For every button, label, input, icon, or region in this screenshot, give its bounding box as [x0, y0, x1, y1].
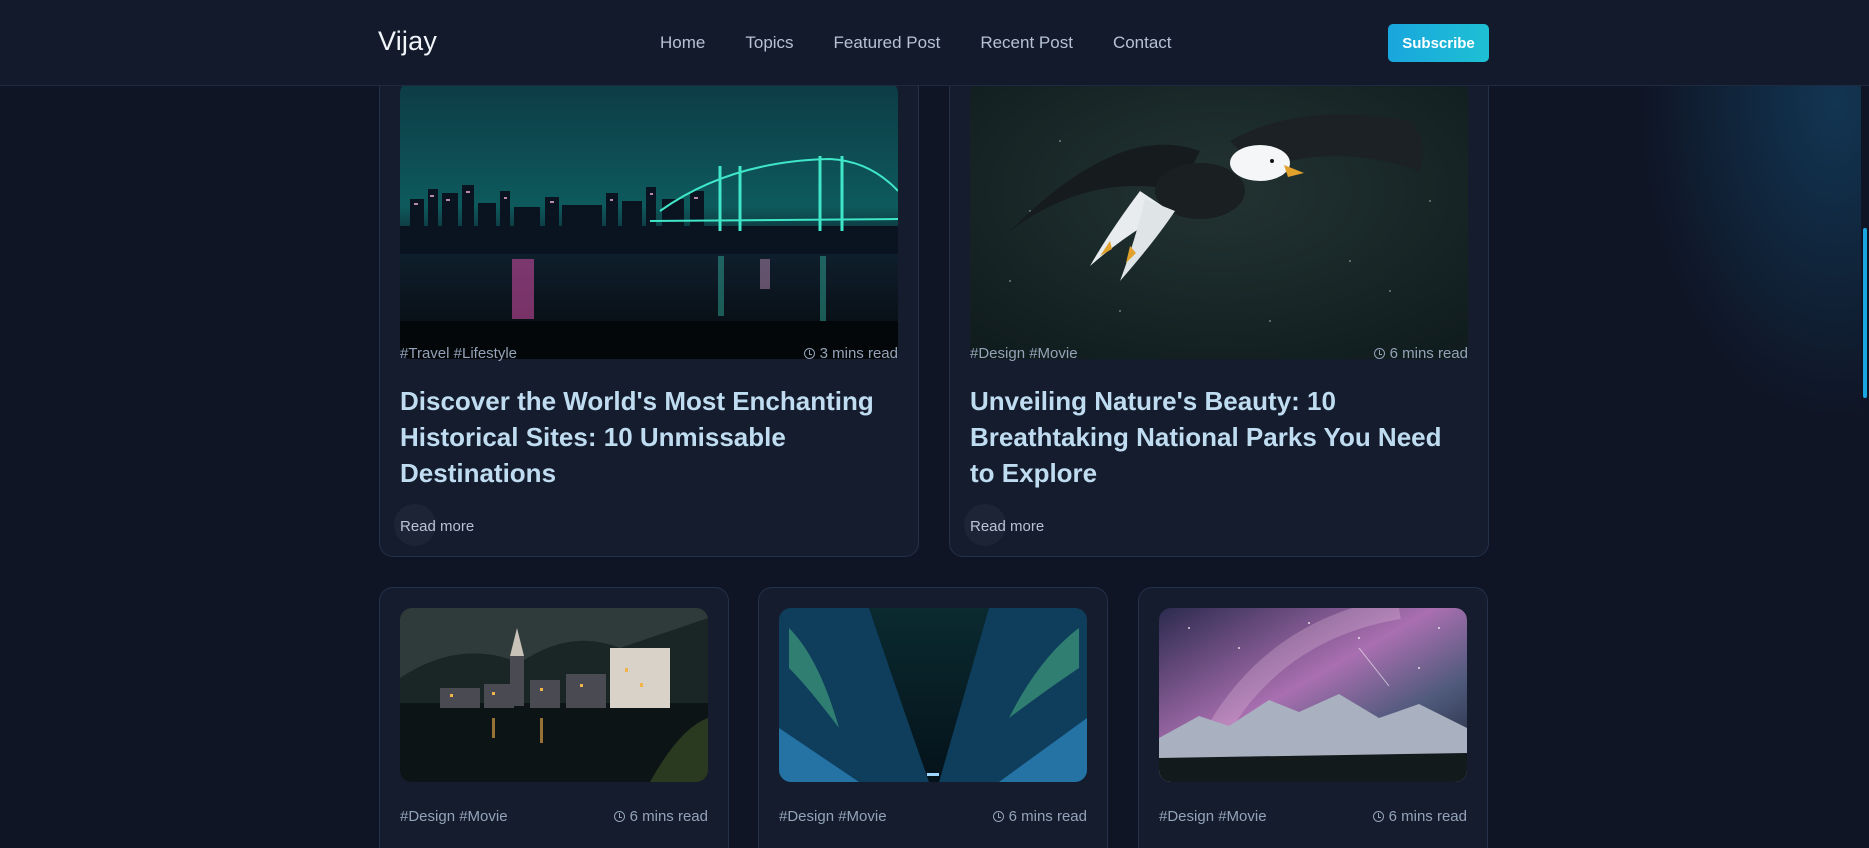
- clock-icon: [803, 348, 815, 359]
- post-tags[interactable]: #Design #Movie: [970, 345, 1078, 362]
- clock-icon: [1372, 811, 1384, 822]
- nav-home[interactable]: Home: [660, 33, 705, 53]
- site-header: Vijay Home Topics Featured Post Recent P…: [0, 0, 1869, 86]
- post-tags[interactable]: #Design #Movie: [400, 808, 508, 825]
- post-title[interactable]: Unveiling Nature's Beauty: 10 Breathtaki…: [970, 383, 1470, 491]
- read-time: 6 mins read: [1388, 808, 1467, 825]
- nav-featured-post[interactable]: Featured Post: [834, 33, 941, 53]
- post-image-lakeside-village[interactable]: [400, 608, 708, 782]
- post-image-eagle[interactable]: [970, 81, 1468, 359]
- subscribe-button[interactable]: Subscribe: [1388, 24, 1489, 62]
- post-title[interactable]: Discover the World's Most Enchanting His…: [400, 383, 900, 491]
- page-scrollbar[interactable]: [1861, 0, 1869, 848]
- post-image-milky-way-mountains[interactable]: [1159, 608, 1467, 782]
- post-image-city-night[interactable]: [400, 81, 898, 359]
- post-image-aurora-canyon[interactable]: [779, 608, 1087, 782]
- site-logo[interactable]: Vijay: [378, 26, 437, 57]
- read-more-link[interactable]: Read more: [393, 504, 474, 546]
- read-time: 6 mins read: [1389, 345, 1468, 362]
- read-more-link[interactable]: Read more: [963, 504, 1044, 546]
- clock-icon: [992, 811, 1004, 822]
- read-time: 6 mins read: [1008, 808, 1087, 825]
- nav-contact[interactable]: Contact: [1113, 33, 1172, 53]
- recent-post-card[interactable]: #Design #Movie 6 mins read: [379, 587, 729, 848]
- featured-post-card[interactable]: #Travel #Lifestyle 3 mins read Discover …: [379, 40, 919, 557]
- recent-post-card[interactable]: #Design #Movie 6 mins read: [1138, 587, 1488, 848]
- post-tags[interactable]: #Design #Movie: [779, 808, 887, 825]
- scrollbar-thumb[interactable]: [1863, 228, 1867, 398]
- clock-icon: [613, 811, 625, 822]
- featured-post-card[interactable]: #Design #Movie 6 mins read Unveiling Nat…: [949, 40, 1489, 557]
- post-tags[interactable]: #Travel #Lifestyle: [400, 345, 517, 362]
- nav-recent-post[interactable]: Recent Post: [980, 33, 1073, 53]
- nav-topics[interactable]: Topics: [745, 33, 793, 53]
- clock-icon: [1373, 348, 1385, 359]
- main-nav: Home Topics Featured Post Recent Post Co…: [660, 33, 1212, 53]
- background-glow: [1449, 0, 1869, 848]
- recent-post-card[interactable]: #Design #Movie 6 mins read: [758, 587, 1108, 848]
- read-time: 6 mins read: [629, 808, 708, 825]
- post-tags[interactable]: #Design #Movie: [1159, 808, 1267, 825]
- read-time: 3 mins read: [819, 345, 898, 362]
